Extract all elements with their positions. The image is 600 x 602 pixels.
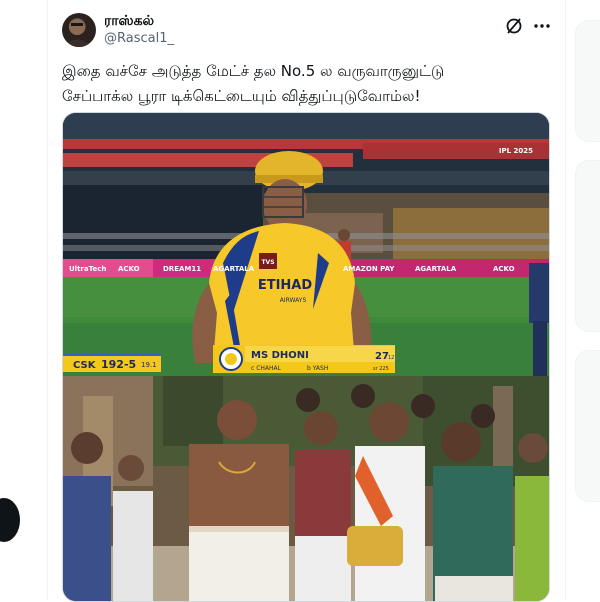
jersey-brand: TVS [261, 259, 274, 266]
tweet-media[interactable]: ETIHAD AIRWAYS TVS IPL 2025 UltraTech AC… [62, 112, 550, 602]
scorebug-score: 192-5 [101, 358, 136, 371]
ad-board-text: DREAM11 [163, 265, 201, 273]
cricket-broadcast-frame: ETIHAD AIRWAYS TVS IPL 2025 UltraTech AC… [63, 113, 549, 376]
avatar-image [66, 19, 90, 47]
scorebug-batter-balls: 12 [388, 355, 394, 361]
movie-scene [63, 376, 549, 601]
jersey-sponsor: ETIHAD [258, 278, 313, 293]
scorebug-extra: sr 225 [373, 366, 389, 372]
jersey-sponsor-sub: AIRWAYS [280, 297, 307, 304]
ad-board-text: ACKO [118, 265, 140, 273]
sidebar-card[interactable] [575, 160, 600, 332]
stadium-banner: IPL 2025 [499, 147, 533, 155]
grok-icon[interactable] [504, 16, 524, 36]
scorebug-batter: MS DHONI [251, 350, 309, 361]
ad-board-text: UltraTech [69, 265, 106, 273]
sidebar-card[interactable] [575, 20, 600, 142]
ad-board-text: AGARTALA [415, 265, 457, 273]
movie-scene-frame [63, 376, 549, 601]
display-name[interactable]: ராஸ்கல் [104, 13, 154, 31]
tweet-text-line: சேப்பாக்ல பூரா டிக்கெட்டையும் வித்துப்பு… [62, 87, 421, 105]
scorebug-bowler: c CHAHAL [251, 365, 282, 372]
scorebug-batter-runs: 27 [375, 351, 389, 362]
scorebug-other: b YASH [307, 365, 328, 372]
stadium-scene: ETIHAD AIRWAYS TVS IPL 2025 UltraTech AC… [63, 113, 549, 376]
ad-board-text: AGARTALA [213, 265, 255, 273]
tweet-text: இதை வச்சே அடுத்த மேட்ச் தல No.5 ல வருவார… [62, 59, 552, 109]
ad-board-text: AMAZON PAY [343, 265, 395, 273]
avatar[interactable] [62, 13, 96, 47]
sidebar-card[interactable] [575, 350, 600, 502]
scorebug-team: CSK [73, 360, 97, 371]
more-options-icon[interactable] [532, 16, 552, 36]
user-handle[interactable]: @Rascal1_ [104, 31, 174, 46]
scorebug-overs: 19.1 [141, 361, 157, 369]
tweet-text-line: இதை வச்சே அடுத்த மேட்ச் தல No.5 ல வருவார… [62, 62, 445, 80]
tweet-post: ராஸ்கல் @Rascal1_ இதை வச்சே அடுத்த மேட்ச… [48, 0, 564, 602]
ad-board-text: ACKO [493, 265, 515, 273]
